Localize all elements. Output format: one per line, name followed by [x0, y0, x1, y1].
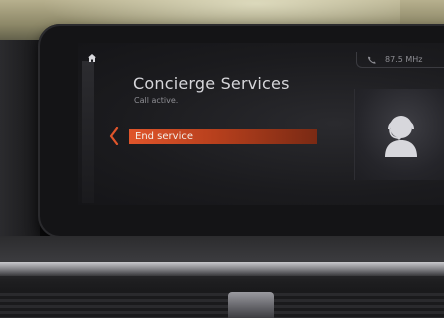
vent-control: [228, 292, 274, 318]
radio-status: 87.5 MHz: [356, 52, 444, 68]
person-headset-icon: [385, 116, 417, 157]
side-navigation-rail: [82, 61, 94, 203]
menu-item-label: End service: [135, 131, 194, 142]
chevron-left-icon[interactable]: [109, 127, 119, 145]
page-title: Concierge Services: [133, 74, 290, 93]
dashboard-pillar: [0, 40, 40, 240]
home-icon[interactable]: [87, 53, 97, 63]
air-vent: [0, 290, 444, 318]
contact-tile: [354, 89, 444, 180]
dashboard-trim: [0, 262, 444, 276]
call-status: Call active.: [134, 96, 179, 105]
end-service-button[interactable]: End service: [129, 129, 317, 144]
infotainment-screen: 87.5 MHz Concierge Services Call active.…: [78, 43, 444, 205]
radio-frequency: 87.5 MHz: [385, 55, 423, 64]
phone-icon: [368, 56, 376, 64]
